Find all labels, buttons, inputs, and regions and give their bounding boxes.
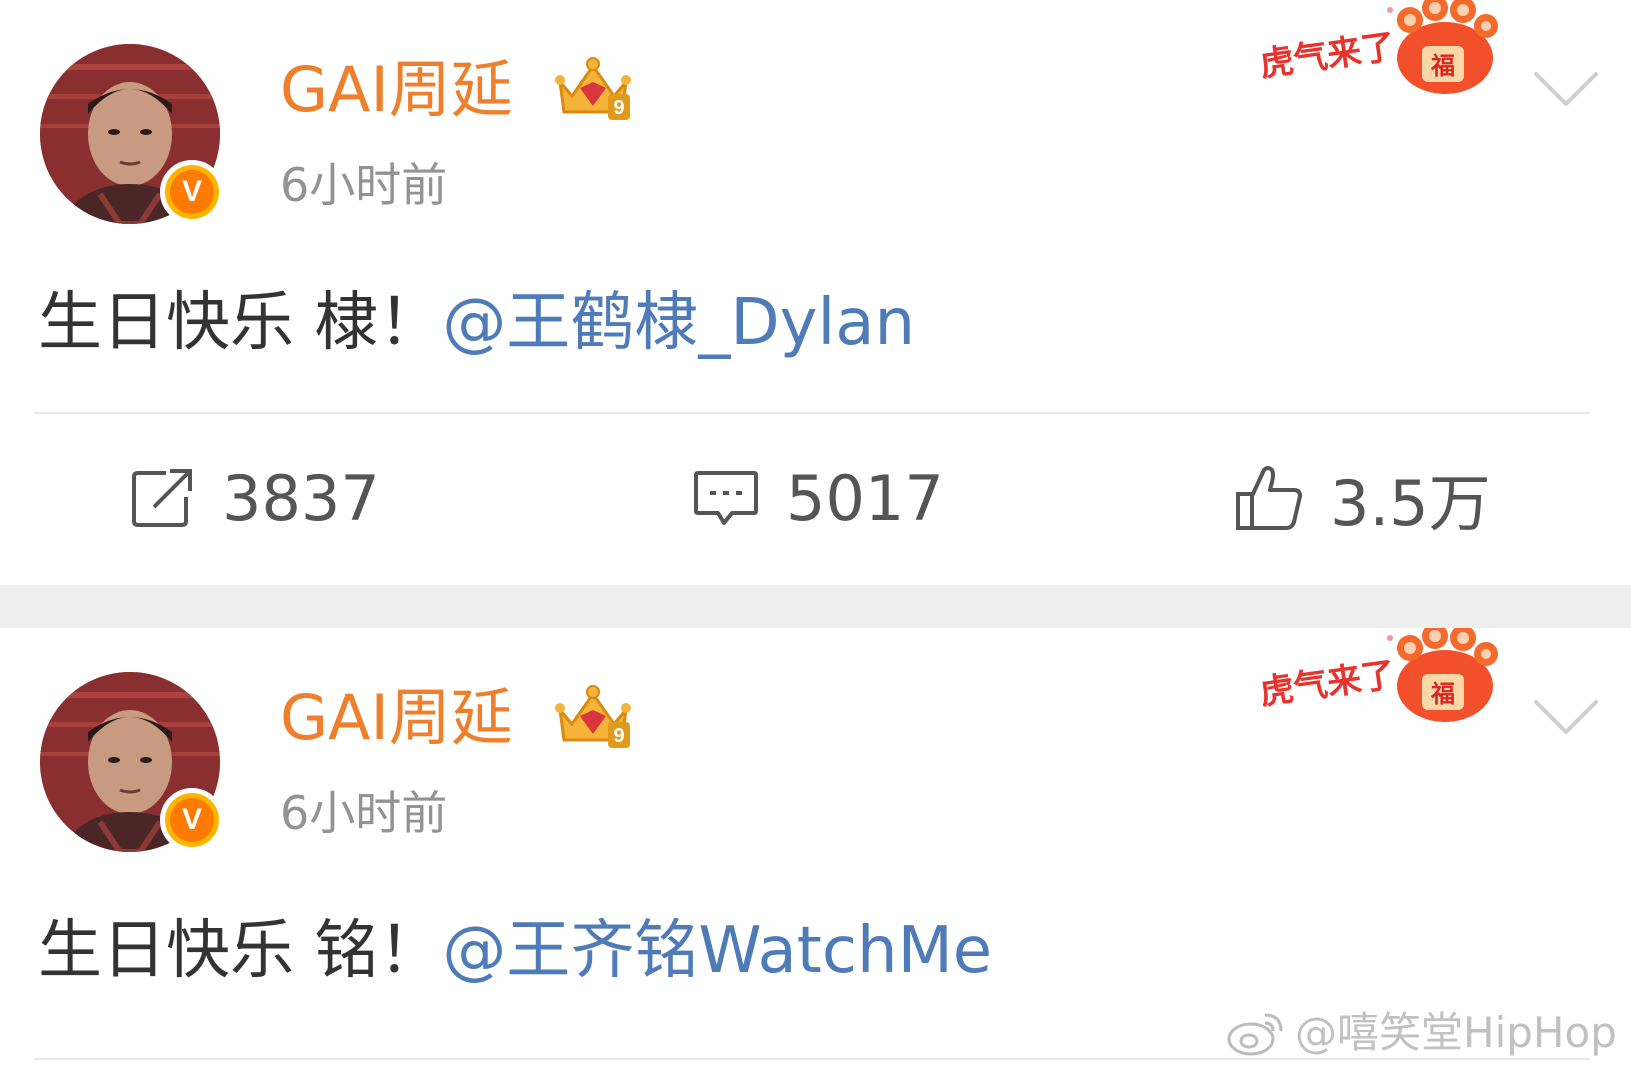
mention-link[interactable]: @王鹤棣_Dylan <box>442 286 915 360</box>
tiger-paw-icon[interactable]: 虎气来了 福 <box>1260 0 1510 100</box>
crown-icon[interactable]: 9 <box>550 52 636 124</box>
like-button[interactable]: 3.5万 <box>1234 460 1491 540</box>
comment-button[interactable]: 5017 <box>692 460 944 536</box>
divider <box>34 412 1590 414</box>
svg-text:福: 福 <box>1430 680 1455 708</box>
username[interactable]: GAI周延 <box>280 678 513 758</box>
svg-text:福: 福 <box>1430 52 1455 80</box>
post-content: 生日快乐 棣！@王鹤棣_Dylan <box>38 278 915 368</box>
mention-link[interactable]: @王齐铭WatchMe <box>442 914 992 988</box>
svg-text:9: 9 <box>613 97 624 119</box>
comment-icon <box>694 471 758 525</box>
verified-icon: V <box>160 788 224 852</box>
post-time: 6小时前 <box>280 158 448 212</box>
repost-button[interactable]: 3837 <box>130 460 380 536</box>
username[interactable]: GAI周延 <box>280 50 513 130</box>
post-text: 生日快乐 铭！ <box>38 914 443 988</box>
repost-icon <box>132 469 192 527</box>
like-icon <box>1236 466 1302 530</box>
verified-icon: V <box>160 160 224 224</box>
svg-text:虎气来了: 虎气来了 <box>1260 655 1398 714</box>
post-text: 生日快乐 棣！ <box>38 286 443 360</box>
weibo-post: V GAI周延 9 6小时前 虎气来了 福 生日快乐 棣！@王鹤棣_Dylan <box>0 0 1631 560</box>
weibo-logo-icon <box>1227 1013 1283 1056</box>
post-content: 生日快乐 铭！@王齐铭WatchMe <box>38 906 992 996</box>
weibo-post: V GAI周延 9 6小时前 虎气来了 福 生日快乐 铭！@王齐铭WatchMe <box>0 628 1631 1068</box>
chevron-down-icon[interactable] <box>1530 66 1602 112</box>
watermark-text: @嘻笑堂HipHop <box>1295 1008 1617 1057</box>
repost-count: 3837 <box>222 461 380 535</box>
svg-text:9: 9 <box>613 725 624 747</box>
post-separator <box>0 585 1631 628</box>
post-time: 6小时前 <box>280 786 448 840</box>
chevron-down-icon[interactable] <box>1530 694 1602 740</box>
tiger-paw-icon[interactable]: 虎气来了 福 <box>1260 628 1510 728</box>
comment-count: 5017 <box>786 461 944 535</box>
like-count: 3.5万 <box>1330 467 1491 540</box>
crown-icon[interactable]: 9 <box>550 680 636 752</box>
svg-text:虎气来了: 虎气来了 <box>1260 27 1398 86</box>
watermark: @嘻笑堂HipHop <box>1225 1005 1617 1061</box>
